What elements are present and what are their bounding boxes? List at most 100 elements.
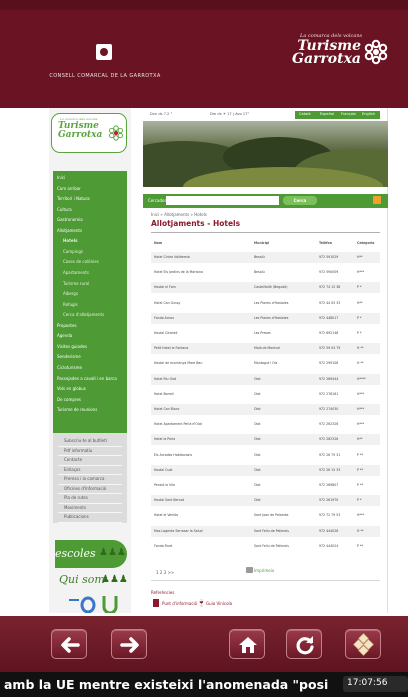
hotel-name[interactable]: Hostal Sant Bernat: [154, 498, 228, 502]
promo-banner[interactable]: [55, 594, 127, 613]
sidebar-nav-item[interactable]: Gastronomia: [57, 217, 83, 222]
printer-icon[interactable]: [246, 567, 253, 573]
sidebar-secondary-item[interactable]: Contacte: [64, 457, 82, 462]
table-row[interactable]: Hotel Borrell Olot 972 276161 H***: [151, 389, 380, 400]
hotel-name[interactable]: Hostal Gironell: [154, 331, 228, 335]
table-row[interactable]: Pensió la Vila Olot 972 269807 P **: [151, 480, 380, 491]
sidebar-nav-item[interactable]: Senderisme: [57, 354, 81, 359]
table-header-cell[interactable]: Municipi: [254, 241, 314, 245]
hotel-name[interactable]: Hostal el Forn: [154, 285, 228, 289]
home-button[interactable]: [229, 629, 265, 659]
forward-button[interactable]: [111, 629, 147, 659]
hotel-name[interactable]: Hotel Can Blanc: [154, 407, 228, 411]
search-input[interactable]: [166, 196, 279, 205]
sidebar-nav-item[interactable]: Cultura: [57, 207, 72, 212]
hotel-name[interactable]: Hotel el Ventós: [154, 513, 228, 517]
sidebar-secondary-item[interactable]: Pdf informatiu: [64, 448, 92, 453]
language-link[interactable]: Français: [341, 112, 356, 116]
sidebar-logo[interactable]: La comarca dels volcans Turisme Garrotxa: [51, 113, 127, 153]
sidebar-secondary-item[interactable]: Oficines d'Informació: [64, 486, 106, 491]
hotel-name[interactable]: Hotel la Perla: [154, 437, 228, 441]
breadcrumb[interactable]: Inici » Allotjaments » Hotels: [151, 212, 207, 217]
sidebar-nav-item[interactable]: Propostes: [57, 323, 77, 328]
hotel-name[interactable]: Fonda Arnau: [154, 316, 228, 320]
print-link[interactable]: Imprimeix: [254, 568, 274, 573]
table-row[interactable]: Hotel Els Jardins de la Martana Besalú 972…: [151, 267, 380, 278]
table-row[interactable]: Fonda Arnau Les Planes d'Hostoles 972 4480…: [151, 312, 380, 324]
sidebar-nav-item[interactable]: Com arribar: [57, 186, 81, 191]
table-row[interactable]: Hotel Can Gussy Les Planes d'Hostoles 972 …: [151, 298, 380, 309]
table-row[interactable]: Petit Hotel la Fontana Maià de Montcal 972…: [151, 343, 380, 355]
table-row[interactable]: Hostal Gironell Les Preses 972 692148 P *: [151, 328, 380, 339]
sidebar-nav-item[interactable]: Territori i Natura: [57, 196, 90, 201]
table-row[interactable]: Mas Lagenta Serrasar la Salud Sant Feliu …: [151, 525, 380, 537]
sidebar-secondary-item[interactable]: Subscriu-te al butlletí: [64, 438, 107, 443]
rss-feed-icon[interactable]: [373, 196, 381, 204]
hotel-name[interactable]: Hotel Els Jardins de la Martana: [154, 270, 228, 274]
hotel-name[interactable]: Fonda Finet: [154, 544, 228, 548]
council-logo-icon[interactable]: [96, 44, 112, 60]
menu-button[interactable]: [345, 629, 381, 659]
language-link[interactable]: Español: [320, 112, 334, 116]
search-button[interactable]: Cerca: [283, 196, 317, 205]
sidebar-nav-item[interactable]: Cicloturisme: [57, 365, 82, 370]
sidebar-nav-item[interactable]: Campings: [63, 249, 83, 254]
table-row[interactable]: Hotel Can Blanc Olot 972 274030 H***: [151, 404, 380, 415]
back-button[interactable]: [51, 629, 87, 659]
hotel-name[interactable]: Pensió la Vila: [154, 483, 228, 487]
table-row[interactable]: Hotel el Ventós Sant Joan de Palamós 972 7…: [151, 510, 380, 521]
hotel-name[interactable]: Hotel Cintra Valldemia: [154, 255, 228, 259]
table-row[interactable]: Hostal Sant Bernat Olot 972 261970 P *: [151, 495, 380, 507]
brand-name[interactable]: Turisme Garrotxa: [286, 39, 361, 66]
table-row[interactable]: Hotel Cintra Valldemia Besalú 972 591029 H*…: [151, 252, 380, 263]
table-header-cell[interactable]: Telèfon: [319, 241, 353, 245]
sidebar-nav-item[interactable]: Vols en globus: [57, 386, 86, 391]
table-row[interactable]: Hotel Riu Olot Olot 972 269444 H****: [151, 373, 380, 385]
hotel-name[interactable]: Hotel Borrell: [154, 392, 228, 396]
sidebar-secondary-item[interactable]: Premsa i la comarca: [64, 476, 104, 481]
sidebar-nav-item[interactable]: Agenda: [57, 333, 72, 338]
table-header-cell[interactable]: Nom: [154, 241, 228, 245]
language-link[interactable]: Català: [299, 112, 311, 116]
sidebar-secondary-item[interactable]: Pla de rutes: [64, 495, 88, 500]
sidebar-nav-item[interactable]: De compres: [57, 397, 81, 402]
hotel-phone: 972 692148: [319, 331, 339, 335]
table-row[interactable]: Hostal el Forn Castellfollit (Begudà) 972 …: [151, 282, 380, 294]
table-row[interactable]: Hostal de muntanya Mare Bau Montagut i Oi…: [151, 358, 380, 369]
sidebar-nav-item[interactable]: Allotjaments: [57, 228, 82, 233]
sidebar-secondary-item[interactable]: Publicacions: [64, 514, 89, 519]
sidebar-nav-item[interactable]: Refugis: [63, 302, 78, 307]
refresh-button[interactable]: [286, 629, 322, 659]
council-name[interactable]: CONSELL COMARCAL DE LA GARROTXA: [0, 73, 210, 79]
hotel-name[interactable]: Hostal de muntanya Mare Bau: [154, 361, 228, 365]
promo-escoles[interactable]: escoles ♟♟♟: [55, 540, 127, 568]
sidebar-nav-item[interactable]: Cerca d'allotjaments: [63, 312, 104, 317]
hotel-name[interactable]: Hotel Riu Olot: [154, 377, 228, 381]
table-row[interactable]: Hotel la Perla Olot 972 262326 H**: [151, 434, 380, 446]
sidebar-nav-item[interactable]: Apartaments: [63, 270, 89, 275]
table-row[interactable]: Hotel Apartament Perla d'Olot Olot 972 262…: [151, 419, 380, 430]
table-row[interactable]: Els Arcades Habitacions Olot 972 26 75 31 P…: [151, 450, 380, 461]
sidebar-nav-item[interactable]: Turisme de reunions: [57, 407, 97, 412]
hotel-name[interactable]: Hostal Cuat: [154, 468, 228, 472]
sidebar-secondary-item[interactable]: Moviments: [64, 505, 86, 510]
sidebar-nav-item[interactable]: Visites guiades: [57, 344, 87, 349]
promo-quisom[interactable]: Qui som ♟♟♟: [55, 569, 128, 593]
sidebar-nav-item[interactable]: Hotels: [63, 238, 77, 243]
sidebar-nav-item[interactable]: Passejades a cavall i en barca: [57, 376, 117, 381]
hotel-name[interactable]: Hotel Can Gussy: [154, 301, 228, 305]
sidebar-nav-item[interactable]: Turisme rural: [63, 281, 89, 286]
sidebar-nav-item[interactable]: Inici: [57, 175, 65, 180]
sidebar-secondary-item[interactable]: Enllaços: [64, 467, 80, 472]
hotel-name[interactable]: Mas Lagenta Serrasar la Salud: [154, 529, 228, 533]
table-header-cell[interactable]: Categoria: [357, 241, 379, 245]
sidebar-nav-item[interactable]: Cases de colònies: [63, 259, 99, 264]
table-row[interactable]: Fonda Finet Sant Feliu de Pallerols 972 44…: [151, 541, 380, 552]
table-row[interactable]: Hostal Cuat Olot 972 26 15 33 P **: [151, 464, 380, 476]
sidebar-nav-item[interactable]: Albergs: [63, 291, 78, 296]
language-link[interactable]: English: [362, 112, 375, 116]
pagination[interactable]: 1 2 3 >>: [156, 570, 174, 575]
hotel-name[interactable]: Hotel Apartament Perla d'Olot: [154, 422, 228, 426]
hotel-name[interactable]: Petit Hotel la Fontana: [154, 346, 228, 350]
hotel-name[interactable]: Els Arcades Habitacions: [154, 453, 228, 457]
